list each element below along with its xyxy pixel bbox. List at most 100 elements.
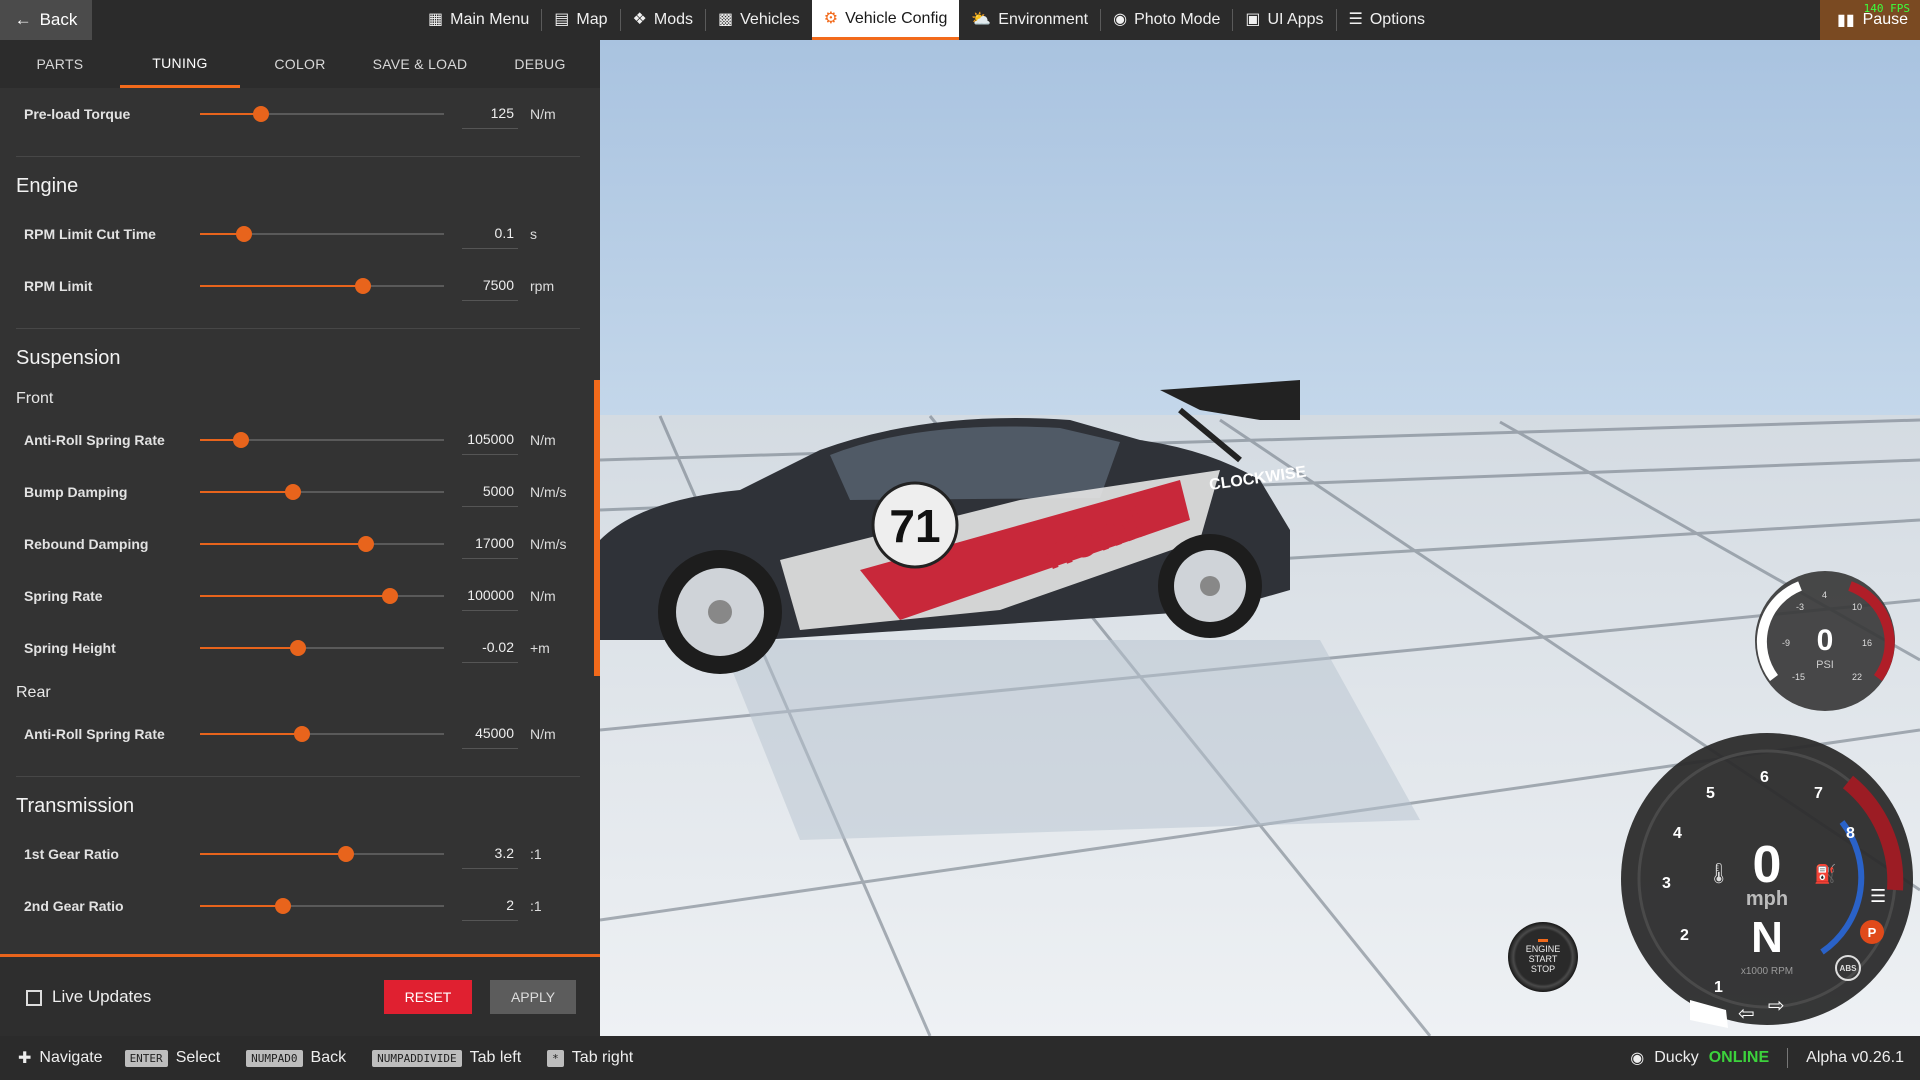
slider-fill (200, 595, 391, 597)
value-input[interactable]: 17000 (462, 529, 518, 559)
nav-photo-mode-label: Photo Mode (1134, 11, 1221, 28)
section-title: Transmission (16, 795, 135, 817)
slider-fill (200, 733, 303, 735)
boost-unit: PSI (1816, 659, 1834, 671)
arrow-left-icon: ← (14, 10, 32, 29)
vehicle-config-panel: PARTS TUNING COLOR SAVE & LOAD DEBUG Pre… (0, 40, 600, 1036)
value-input[interactable]: 0.1 (462, 219, 518, 249)
slider-thumb[interactable] (357, 536, 374, 552)
tab-debug[interactable]: DEBUG (480, 40, 600, 88)
key-badge: ENTER (124, 1049, 168, 1067)
slider[interactable] (200, 638, 444, 658)
slider[interactable] (200, 844, 444, 864)
value-input[interactable]: 7500 (462, 271, 518, 301)
tab-parts[interactable]: PARTS (0, 40, 120, 88)
nav-ui-apps[interactable]: ▣ UI Apps (1233, 0, 1335, 40)
key-badge: NUMPAD0 (246, 1049, 303, 1067)
nav-main-menu[interactable]: ▦ Main Menu (416, 0, 541, 40)
value-input[interactable]: -0.02 (462, 633, 518, 663)
stop-label: STOP (1530, 963, 1556, 974)
tab-save-load[interactable]: SAVE & LOAD (360, 40, 480, 88)
nav-environment-label: Environment (998, 11, 1089, 28)
slider[interactable] (200, 896, 444, 916)
value-input[interactable]: 3.2 (462, 839, 518, 869)
unit-label: N/m (530, 106, 556, 122)
slider[interactable] (200, 276, 444, 296)
slider-thumb[interactable] (233, 432, 250, 448)
race-car: 71 nomi CLOCKWISE (600, 380, 1308, 674)
back-button[interactable]: ← Back (0, 0, 92, 40)
row-label: 1st Gear Ratio (24, 846, 119, 862)
reset-button[interactable]: RESET (384, 980, 472, 1014)
nav-environment[interactable]: ⛅ Environment (959, 0, 1100, 40)
tuning-row: Spring Height -0.02 +m (0, 622, 600, 674)
boost-gauge: 0 PSI -3 4 10 -9 16 -15 22 (1755, 571, 1895, 711)
slider-fill (200, 853, 347, 855)
tuning-row: Anti-Roll Spring Rate 105000 N/m (0, 414, 600, 466)
apply-button[interactable]: APPLY (490, 980, 576, 1014)
slider-thumb[interactable] (338, 846, 355, 862)
nav-map[interactable]: ▤ Map (542, 0, 619, 40)
tab-tuning[interactable]: TUNING (120, 40, 240, 88)
hint-tab-left: NUMPADDIVIDE Tab left (372, 1049, 521, 1067)
slider[interactable] (200, 724, 444, 744)
tuning-row: Bump Damping 5000 N/m/s (0, 466, 600, 518)
row-label: RPM Limit Cut Time (24, 226, 156, 242)
slider[interactable] (200, 586, 444, 606)
slider-thumb[interactable] (382, 588, 399, 604)
value-input[interactable]: 5000 (462, 477, 518, 507)
hint-label: Back (310, 1049, 347, 1066)
boost-tick: -9 (1782, 638, 1790, 648)
live-updates-checkbox[interactable] (26, 990, 42, 1006)
status-divider (1787, 1048, 1789, 1068)
slider[interactable] (200, 104, 444, 124)
slider-fill (200, 905, 283, 907)
value-input[interactable]: 100000 (462, 581, 518, 611)
slider-thumb[interactable] (289, 640, 306, 656)
slider[interactable] (200, 224, 444, 244)
slider-thumb[interactable] (294, 726, 311, 742)
tuning-row: RPM Limit Cut Time 0.1 s (0, 208, 600, 260)
hint-label: Tab right (571, 1049, 634, 1066)
value-input[interactable]: 105000 (462, 425, 518, 455)
nav-options[interactable]: ☰ Options (1337, 0, 1437, 40)
slider-thumb[interactable] (274, 898, 291, 914)
value-input[interactable]: 45000 (462, 719, 518, 749)
slider-fill (200, 113, 261, 115)
slider-thumb[interactable] (284, 484, 301, 500)
dpad-icon: ✚ (18, 1050, 32, 1067)
rpm-tick: 3 (1662, 875, 1671, 892)
slider-thumb[interactable] (235, 226, 252, 242)
hint-label: Tab left (469, 1049, 522, 1066)
engine-section: Engine RPM Limit Cut Time 0.1 s RPM Limi… (0, 157, 600, 329)
tuning-row: Anti-Roll Spring Rate 45000 N/m (0, 708, 600, 760)
section-title: Engine (16, 175, 79, 197)
nav-mods[interactable]: ❖ Mods (621, 0, 705, 40)
nav-options-label: Options (1369, 11, 1425, 28)
slider-thumb[interactable] (355, 278, 372, 294)
unit-label: :1 (530, 898, 542, 914)
tab-color[interactable]: COLOR (240, 40, 360, 88)
row-label: Pre-load Torque (24, 106, 131, 122)
rpm-tick: 4 (1673, 825, 1682, 842)
value-input[interactable]: 125 (462, 99, 518, 129)
tuning-list[interactable]: Pre-load Torque 125 N/m Engine RPM Limit… (0, 88, 600, 996)
live-updates-label[interactable]: Live Updates (52, 987, 151, 1007)
nav-vehicles-label: Vehicles (740, 11, 800, 28)
nav-vehicle-config[interactable]: ⚙ Vehicle Config (811, 0, 960, 40)
online-status: ONLINE (1708, 1049, 1770, 1066)
slider-thumb[interactable] (253, 106, 269, 122)
nav-photo-mode[interactable]: ◉ Photo Mode (1101, 0, 1232, 40)
nav-vehicles[interactable]: ▩ Vehicles (706, 0, 812, 40)
turn-left-icon: ⇦ (1738, 1001, 1755, 1025)
puzzle-icon: ❖ (632, 11, 647, 28)
username: Ducky (1654, 1049, 1699, 1066)
engine-start-stop-button[interactable]: ENGINE START STOP (1508, 922, 1578, 992)
slider[interactable] (200, 482, 444, 502)
front-subtitle: Front (16, 390, 54, 407)
user-status: ◉ Ducky ONLINE Alpha v0.26.1 (1630, 1036, 1904, 1080)
slider[interactable] (200, 430, 444, 450)
value-input[interactable]: 2 (462, 891, 518, 921)
slider[interactable] (200, 534, 444, 554)
pause-icon: ▮▮ (1837, 12, 1855, 29)
